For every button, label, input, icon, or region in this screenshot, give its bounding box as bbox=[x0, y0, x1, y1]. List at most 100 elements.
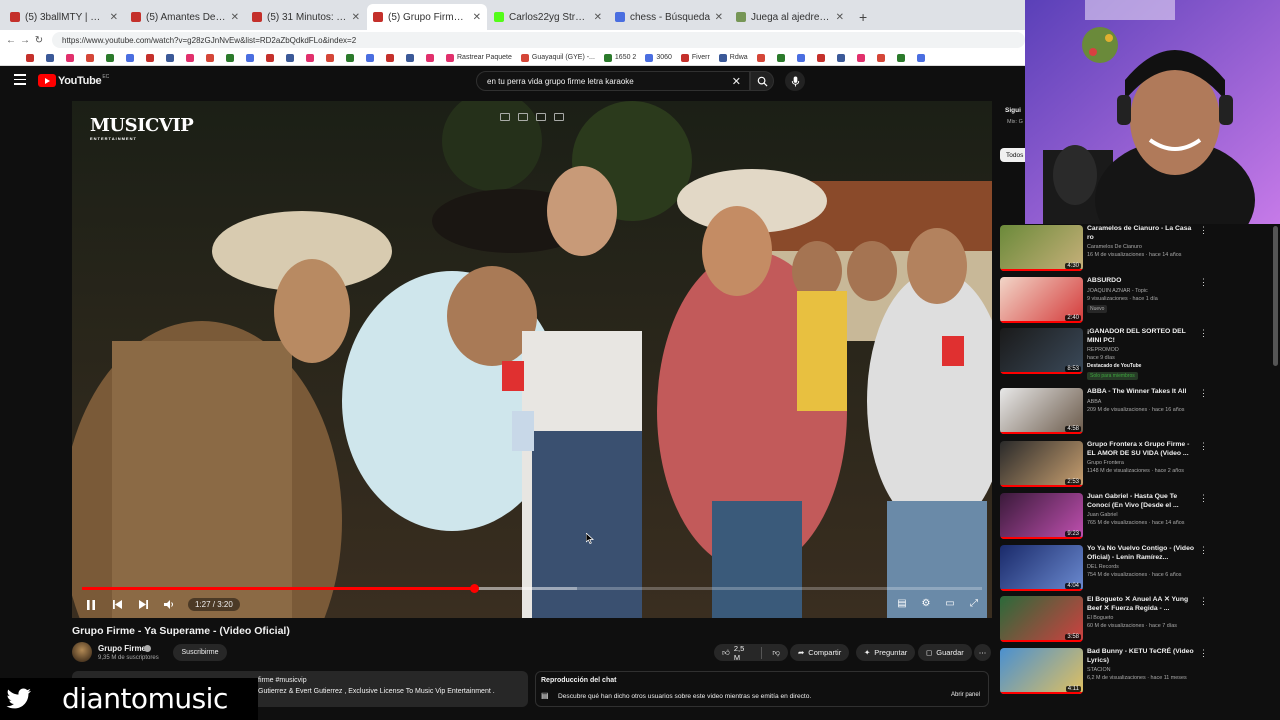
voice-search-button[interactable] bbox=[785, 71, 805, 91]
next-button[interactable] bbox=[134, 596, 152, 614]
bookmark-icon[interactable] bbox=[306, 53, 317, 62]
bookmark-icon[interactable] bbox=[406, 53, 417, 62]
video-thumbnail[interactable]: 2:53 bbox=[1000, 441, 1083, 487]
bookmark-icon[interactable] bbox=[776, 53, 788, 62]
search-input[interactable]: en tu perra vida grupo firme letra karao… bbox=[476, 71, 750, 91]
player-settings-icon[interactable] bbox=[554, 113, 564, 121]
like-count[interactable]: 2,5 M bbox=[734, 644, 752, 662]
youtube-logo[interactable]: YouTube EC bbox=[38, 74, 109, 87]
new-tab-icon[interactable]: + bbox=[851, 4, 875, 30]
theater-mode-icon[interactable]: ▭ bbox=[942, 595, 958, 611]
miniplayer-icon[interactable] bbox=[500, 113, 510, 121]
thumbs-up-icon[interactable]: 👍︎ bbox=[722, 648, 730, 658]
more-options-icon[interactable]: ⋮ bbox=[1199, 388, 1208, 399]
more-options-icon[interactable]: ⋮ bbox=[1199, 493, 1208, 504]
browser-tab[interactable]: (5) Amantes Del Futuro | Boiler Ro ✕ bbox=[125, 4, 245, 30]
previous-button[interactable] bbox=[108, 596, 126, 614]
bookmark-icon[interactable] bbox=[46, 53, 57, 62]
recommended-video[interactable]: 4:04 Yo Ya No Vuelvo Contigo - (Video Ofi… bbox=[1000, 545, 1270, 593]
more-options-icon[interactable]: ⋮ bbox=[1199, 545, 1208, 556]
forward-icon[interactable]: → bbox=[18, 35, 32, 46]
bookmark-icon[interactable] bbox=[266, 53, 277, 62]
recommended-video[interactable]: 9:23 Juan Gabriel - Hasta Que Te Conocí (… bbox=[1000, 493, 1270, 541]
picture-in-picture-icon[interactable] bbox=[518, 113, 528, 121]
subtitles-icon[interactable]: ▤ bbox=[894, 595, 910, 611]
more-options-icon[interactable]: ⋮ bbox=[1199, 277, 1208, 288]
recommended-video-title[interactable]: Grupo Frontera x Grupo Firme - EL AMOR D… bbox=[1087, 441, 1197, 458]
recommended-channel-name[interactable]: Caramelos De Cianuro bbox=[1087, 244, 1142, 250]
bookmark-icon[interactable] bbox=[326, 53, 337, 62]
tab-close-icon[interactable]: ✕ bbox=[231, 12, 239, 23]
recommended-video[interactable]: 2:53 Grupo Frontera x Grupo Firme - EL AM… bbox=[1000, 441, 1270, 489]
pause-button[interactable] bbox=[82, 596, 100, 614]
tab-close-icon[interactable]: ✕ bbox=[836, 12, 844, 23]
bookmark-icon[interactable] bbox=[346, 53, 357, 62]
hamburger-menu-icon[interactable] bbox=[14, 74, 26, 86]
bookmark-icon[interactable] bbox=[756, 53, 768, 62]
bookmark-icon[interactable] bbox=[876, 53, 888, 62]
bookmark-icon[interactable] bbox=[66, 53, 77, 62]
progress-bar[interactable] bbox=[82, 584, 982, 593]
bookmark-icon[interactable] bbox=[896, 53, 908, 62]
recommended-video-title[interactable]: ¡GANADOR DEL SORTEO DEL MINI PC! bbox=[1087, 328, 1197, 345]
browser-tab[interactable]: (5) Grupo Firme - Ya Superam ✕ bbox=[367, 4, 487, 30]
bookmark-link[interactable]: Rdwa bbox=[718, 53, 748, 62]
fullscreen-icon[interactable]: ⤢ bbox=[966, 595, 982, 611]
bookmark-icon[interactable] bbox=[366, 53, 377, 62]
more-options-icon[interactable]: ⋮ bbox=[1199, 225, 1208, 236]
video-thumbnail[interactable]: 4:04 bbox=[1000, 545, 1083, 591]
video-thumbnail[interactable]: 4:58 bbox=[1000, 388, 1083, 434]
share-button[interactable]: ➦ Compartir bbox=[790, 644, 850, 661]
more-actions-button[interactable]: ⋯ bbox=[974, 644, 991, 661]
bookmark-icon[interactable] bbox=[186, 53, 197, 62]
tab-close-icon[interactable]: ✕ bbox=[715, 12, 723, 23]
recommended-channel-name[interactable]: ABBA bbox=[1087, 399, 1101, 405]
open-panel-button[interactable]: Abrir panel bbox=[951, 692, 980, 698]
thumbs-down-icon[interactable]: 👎︎ bbox=[772, 648, 780, 658]
bookmark-link[interactable]: Fiverr bbox=[680, 53, 710, 62]
recommended-channel-name[interactable]: REPROMOD bbox=[1087, 347, 1119, 353]
recommended-video[interactable]: 4:58 ABBA - The Winner Takes It All ABBA 20… bbox=[1000, 388, 1270, 436]
bookmark-icon[interactable] bbox=[246, 53, 257, 62]
reload-icon[interactable]: ↻ bbox=[32, 35, 46, 46]
recommended-channel-name[interactable]: Juan Gabriel bbox=[1087, 512, 1118, 518]
recommended-video-title[interactable]: Bad Bunny - KETU TeCRÉ (Video Lyrics) bbox=[1087, 648, 1197, 665]
tab-close-icon[interactable]: ✕ bbox=[594, 12, 602, 23]
bookmark-icon[interactable] bbox=[856, 53, 868, 62]
video-thumbnail[interactable]: 2:40 bbox=[1000, 277, 1083, 323]
bookmark-icon[interactable] bbox=[206, 53, 217, 62]
channel-avatar[interactable] bbox=[72, 642, 92, 662]
bookmark-link[interactable]: Rastrear Paquete bbox=[446, 53, 512, 62]
bookmark-icon[interactable] bbox=[146, 53, 157, 62]
bookmark-icon[interactable] bbox=[796, 53, 808, 62]
recommended-video-title[interactable]: Caramelos de Cianuro - La Casa ro bbox=[1087, 225, 1197, 242]
more-options-icon[interactable]: ⋮ bbox=[1199, 648, 1208, 659]
recommended-video-title[interactable]: ABBA - The Winner Takes It All bbox=[1087, 388, 1197, 397]
tab-close-icon[interactable]: ✕ bbox=[110, 12, 118, 23]
volume-button[interactable] bbox=[160, 596, 178, 614]
recommended-video[interactable]: 4:30 Caramelos de Cianuro - La Casa ro Car… bbox=[1000, 225, 1270, 273]
video-thumbnail[interactable]: 3:58 bbox=[1000, 596, 1083, 642]
browser-tab[interactable]: (5) 31 Minutos: Tiny Desk Concert ✕ bbox=[246, 4, 366, 30]
recommended-video[interactable]: 3:58 El Bogueto ✕ Anuel AA ✕ Yung Beef ✕ … bbox=[1000, 596, 1270, 644]
bookmark-icon[interactable] bbox=[126, 53, 137, 62]
bookmark-icon[interactable] bbox=[286, 53, 297, 62]
ask-button[interactable]: ✦ Preguntar bbox=[856, 644, 916, 661]
more-options-icon[interactable]: ⋮ bbox=[1199, 328, 1208, 339]
recommended-channel-name[interactable]: STACION bbox=[1087, 667, 1111, 673]
browser-tab[interactable]: (5) 3ballMTY | Boiler Room SYSTEM ✕ bbox=[4, 4, 124, 30]
save-button[interactable]: ◻ Guardar bbox=[918, 644, 972, 661]
bookmark-icon[interactable] bbox=[426, 53, 437, 62]
tab-close-icon[interactable]: ✕ bbox=[473, 12, 481, 23]
browser-tab[interactable]: chess - Búsqueda ✕ bbox=[609, 4, 729, 30]
back-icon[interactable]: ← bbox=[4, 35, 18, 46]
sidebar-scrollbar[interactable] bbox=[1273, 226, 1278, 366]
channel-name[interactable]: Grupo Firme bbox=[98, 644, 146, 653]
settings-gear-icon[interactable]: ⚙ bbox=[918, 595, 934, 611]
video-thumbnail[interactable]: 9:23 bbox=[1000, 493, 1083, 539]
recommended-channel-name[interactable]: DEL Records bbox=[1087, 564, 1119, 570]
browser-tab[interactable]: Carlos22yg Stream - Watch Li ✕ bbox=[488, 4, 608, 30]
bookmark-icon[interactable] bbox=[86, 53, 97, 62]
bookmark-icon[interactable] bbox=[106, 53, 117, 62]
video-thumbnail[interactable]: 4:11 bbox=[1000, 648, 1083, 694]
